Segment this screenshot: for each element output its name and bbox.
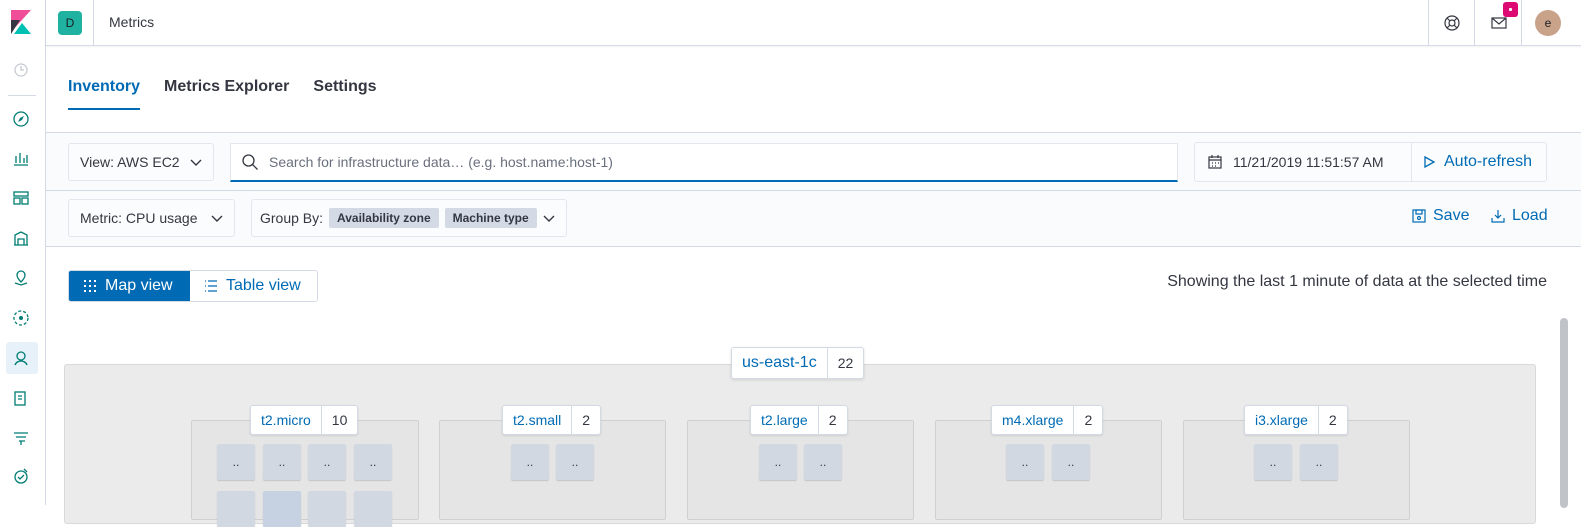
zone-label[interactable]: us-east-1c 22 bbox=[731, 347, 865, 379]
maps-icon[interactable] bbox=[11, 268, 31, 288]
kibana-logo[interactable] bbox=[11, 10, 31, 39]
group-name: t2.small bbox=[503, 406, 573, 434]
compass-icon[interactable] bbox=[11, 109, 31, 129]
group-by-selector-button[interactable]: Group By: Availability zone Machine type bbox=[251, 199, 567, 237]
host-node[interactable]: .. bbox=[1254, 444, 1292, 480]
tab-inventory[interactable]: Inventory bbox=[68, 78, 141, 110]
search-icon bbox=[242, 154, 258, 170]
group-count: 2 bbox=[828, 412, 837, 428]
chevron-down-icon bbox=[211, 215, 223, 222]
host-node[interactable] bbox=[354, 491, 392, 527]
group-label-m4-xlarge[interactable]: m4.xlarge 2 bbox=[991, 405, 1104, 435]
host-node[interactable]: .. bbox=[804, 444, 842, 480]
save-icon bbox=[1412, 209, 1426, 223]
app-title: Metrics bbox=[109, 14, 155, 30]
group-label-t2-large[interactable]: t2.large 2 bbox=[750, 405, 848, 435]
search-input[interactable] bbox=[269, 154, 1149, 170]
group-box-t2-small bbox=[439, 420, 666, 520]
load-button[interactable]: Load bbox=[1490, 207, 1548, 225]
logs-icon[interactable] bbox=[11, 388, 31, 408]
host-node[interactable]: .. bbox=[308, 444, 346, 480]
tab-metrics-explorer[interactable]: Metrics Explorer bbox=[164, 78, 289, 110]
group-by-badge-machine: Machine type bbox=[444, 208, 537, 228]
group-name: i3.xlarge bbox=[1245, 406, 1319, 434]
zone-count: 22 bbox=[837, 355, 854, 371]
calendar-icon[interactable] bbox=[1207, 154, 1223, 170]
group-name: m4.xlarge bbox=[992, 406, 1075, 434]
time-range-note: Showing the last 1 minute of data at the… bbox=[1167, 273, 1547, 290]
top-bar: D Metrics e bbox=[46, 0, 1581, 46]
tab-bar: Inventory Metrics Explorer Settings bbox=[68, 78, 377, 110]
group-label-i3-xlarge[interactable]: i3.xlarge 2 bbox=[1244, 405, 1348, 435]
clock-icon[interactable] bbox=[11, 60, 31, 80]
metric-selector-button[interactable]: Metric: CPU usage bbox=[68, 199, 235, 237]
view-selector-button[interactable]: View: AWS EC2 bbox=[68, 143, 214, 181]
map-view-button[interactable]: Map view bbox=[69, 271, 190, 301]
view-toggle: Map view Table view bbox=[68, 270, 318, 302]
group-count: 2 bbox=[582, 412, 591, 428]
group-label-t2-micro[interactable]: t2.micro 10 bbox=[250, 405, 359, 435]
map-view-label: Map view bbox=[105, 277, 173, 294]
auto-refresh-label: Auto-refresh bbox=[1444, 153, 1533, 170]
group-by-badge-zone: Availability zone bbox=[329, 208, 439, 228]
nav-rail bbox=[0, 0, 46, 505]
table-view-button[interactable]: Table view bbox=[190, 271, 317, 301]
grid-icon bbox=[84, 280, 96, 292]
play-icon bbox=[1424, 155, 1436, 169]
canvas-icon[interactable] bbox=[11, 228, 31, 248]
group-count: 2 bbox=[1328, 412, 1337, 428]
host-node[interactable]: .. bbox=[1300, 444, 1338, 480]
space-avatar[interactable]: D bbox=[58, 11, 82, 35]
chart-icon[interactable] bbox=[11, 148, 31, 168]
group-label-t2-small[interactable]: t2.small 2 bbox=[502, 405, 602, 435]
metric-selector-label: Metric: CPU usage bbox=[80, 210, 198, 226]
host-node[interactable]: .. bbox=[759, 444, 797, 480]
uptime-icon[interactable] bbox=[11, 466, 31, 486]
zone-name: us-east-1c bbox=[732, 348, 828, 378]
host-node[interactable]: .. bbox=[354, 444, 392, 480]
host-node[interactable] bbox=[263, 491, 301, 527]
group-count: 2 bbox=[1084, 412, 1093, 428]
view-selector-label: View: AWS EC2 bbox=[80, 154, 180, 170]
infrastructure-icon[interactable] bbox=[11, 348, 31, 368]
tab-settings[interactable]: Settings bbox=[313, 78, 376, 110]
host-node[interactable]: .. bbox=[1006, 444, 1044, 480]
chevron-down-icon bbox=[543, 215, 555, 222]
host-node[interactable] bbox=[308, 491, 346, 527]
host-node[interactable] bbox=[217, 491, 255, 527]
group-box-t2-large bbox=[687, 420, 914, 520]
chevron-down-icon bbox=[190, 159, 202, 166]
save-button[interactable]: Save bbox=[1411, 207, 1469, 225]
host-node[interactable]: .. bbox=[217, 444, 255, 480]
scrollbar[interactable] bbox=[1560, 318, 1568, 508]
host-node[interactable]: .. bbox=[511, 444, 549, 480]
save-label: Save bbox=[1433, 207, 1470, 224]
group-by-label: Group By: bbox=[260, 210, 324, 226]
apm-icon[interactable] bbox=[11, 428, 31, 448]
group-box-i3-xlarge bbox=[1183, 420, 1410, 520]
group-box-m4-xlarge bbox=[935, 420, 1162, 520]
dashboard-icon[interactable] bbox=[11, 188, 31, 208]
group-name: t2.micro bbox=[251, 406, 322, 434]
date-picker: 11/21/2019 11:51:57 AM Auto-refresh bbox=[1194, 142, 1547, 182]
host-node[interactable]: .. bbox=[1052, 444, 1090, 480]
load-label: Load bbox=[1512, 207, 1548, 224]
download-icon bbox=[1491, 210, 1505, 223]
ml-icon[interactable] bbox=[11, 308, 31, 328]
help-icon[interactable] bbox=[1442, 13, 1462, 33]
host-node[interactable]: .. bbox=[556, 444, 594, 480]
auto-refresh-button[interactable]: Auto-refresh bbox=[1411, 143, 1547, 181]
notification-badge bbox=[1503, 2, 1518, 17]
date-value[interactable]: 11/21/2019 11:51:57 AM bbox=[1233, 154, 1384, 170]
search-bar bbox=[230, 143, 1178, 182]
list-icon bbox=[205, 280, 217, 292]
user-avatar[interactable]: e bbox=[1535, 10, 1561, 36]
group-count: 10 bbox=[331, 412, 348, 428]
table-view-label: Table view bbox=[226, 277, 301, 294]
group-name: t2.large bbox=[751, 406, 819, 434]
host-node[interactable]: .. bbox=[263, 444, 301, 480]
